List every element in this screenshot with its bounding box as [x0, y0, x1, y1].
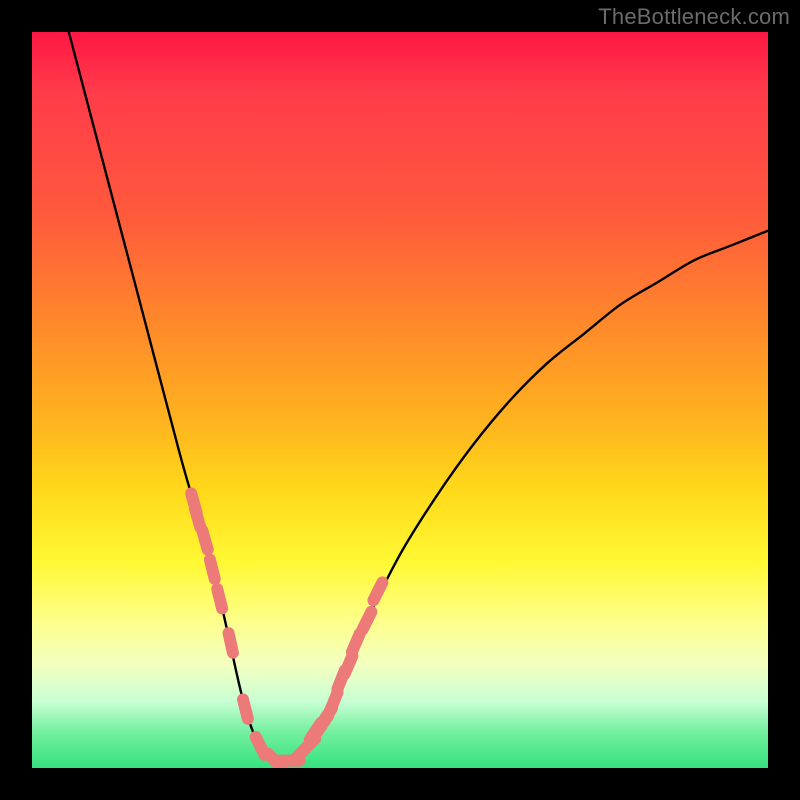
- chart-svg: [32, 32, 768, 768]
- marker-point: [330, 692, 337, 711]
- plot-area: [32, 32, 768, 768]
- marker-point: [210, 560, 215, 579]
- marker-point: [243, 699, 248, 718]
- marker-point: [362, 612, 371, 630]
- marker-point: [352, 634, 360, 652]
- marker-point: [217, 589, 222, 608]
- marker-point: [373, 582, 382, 600]
- marker-point: [202, 530, 207, 549]
- marker-point: [229, 633, 233, 653]
- watermark-text: TheBottleneck.com: [598, 4, 790, 30]
- marker-group: [191, 493, 382, 767]
- chart-frame: TheBottleneck.com: [0, 0, 800, 800]
- marker-point: [195, 508, 200, 527]
- marker-point: [345, 656, 353, 674]
- bottleneck-curve: [69, 32, 768, 761]
